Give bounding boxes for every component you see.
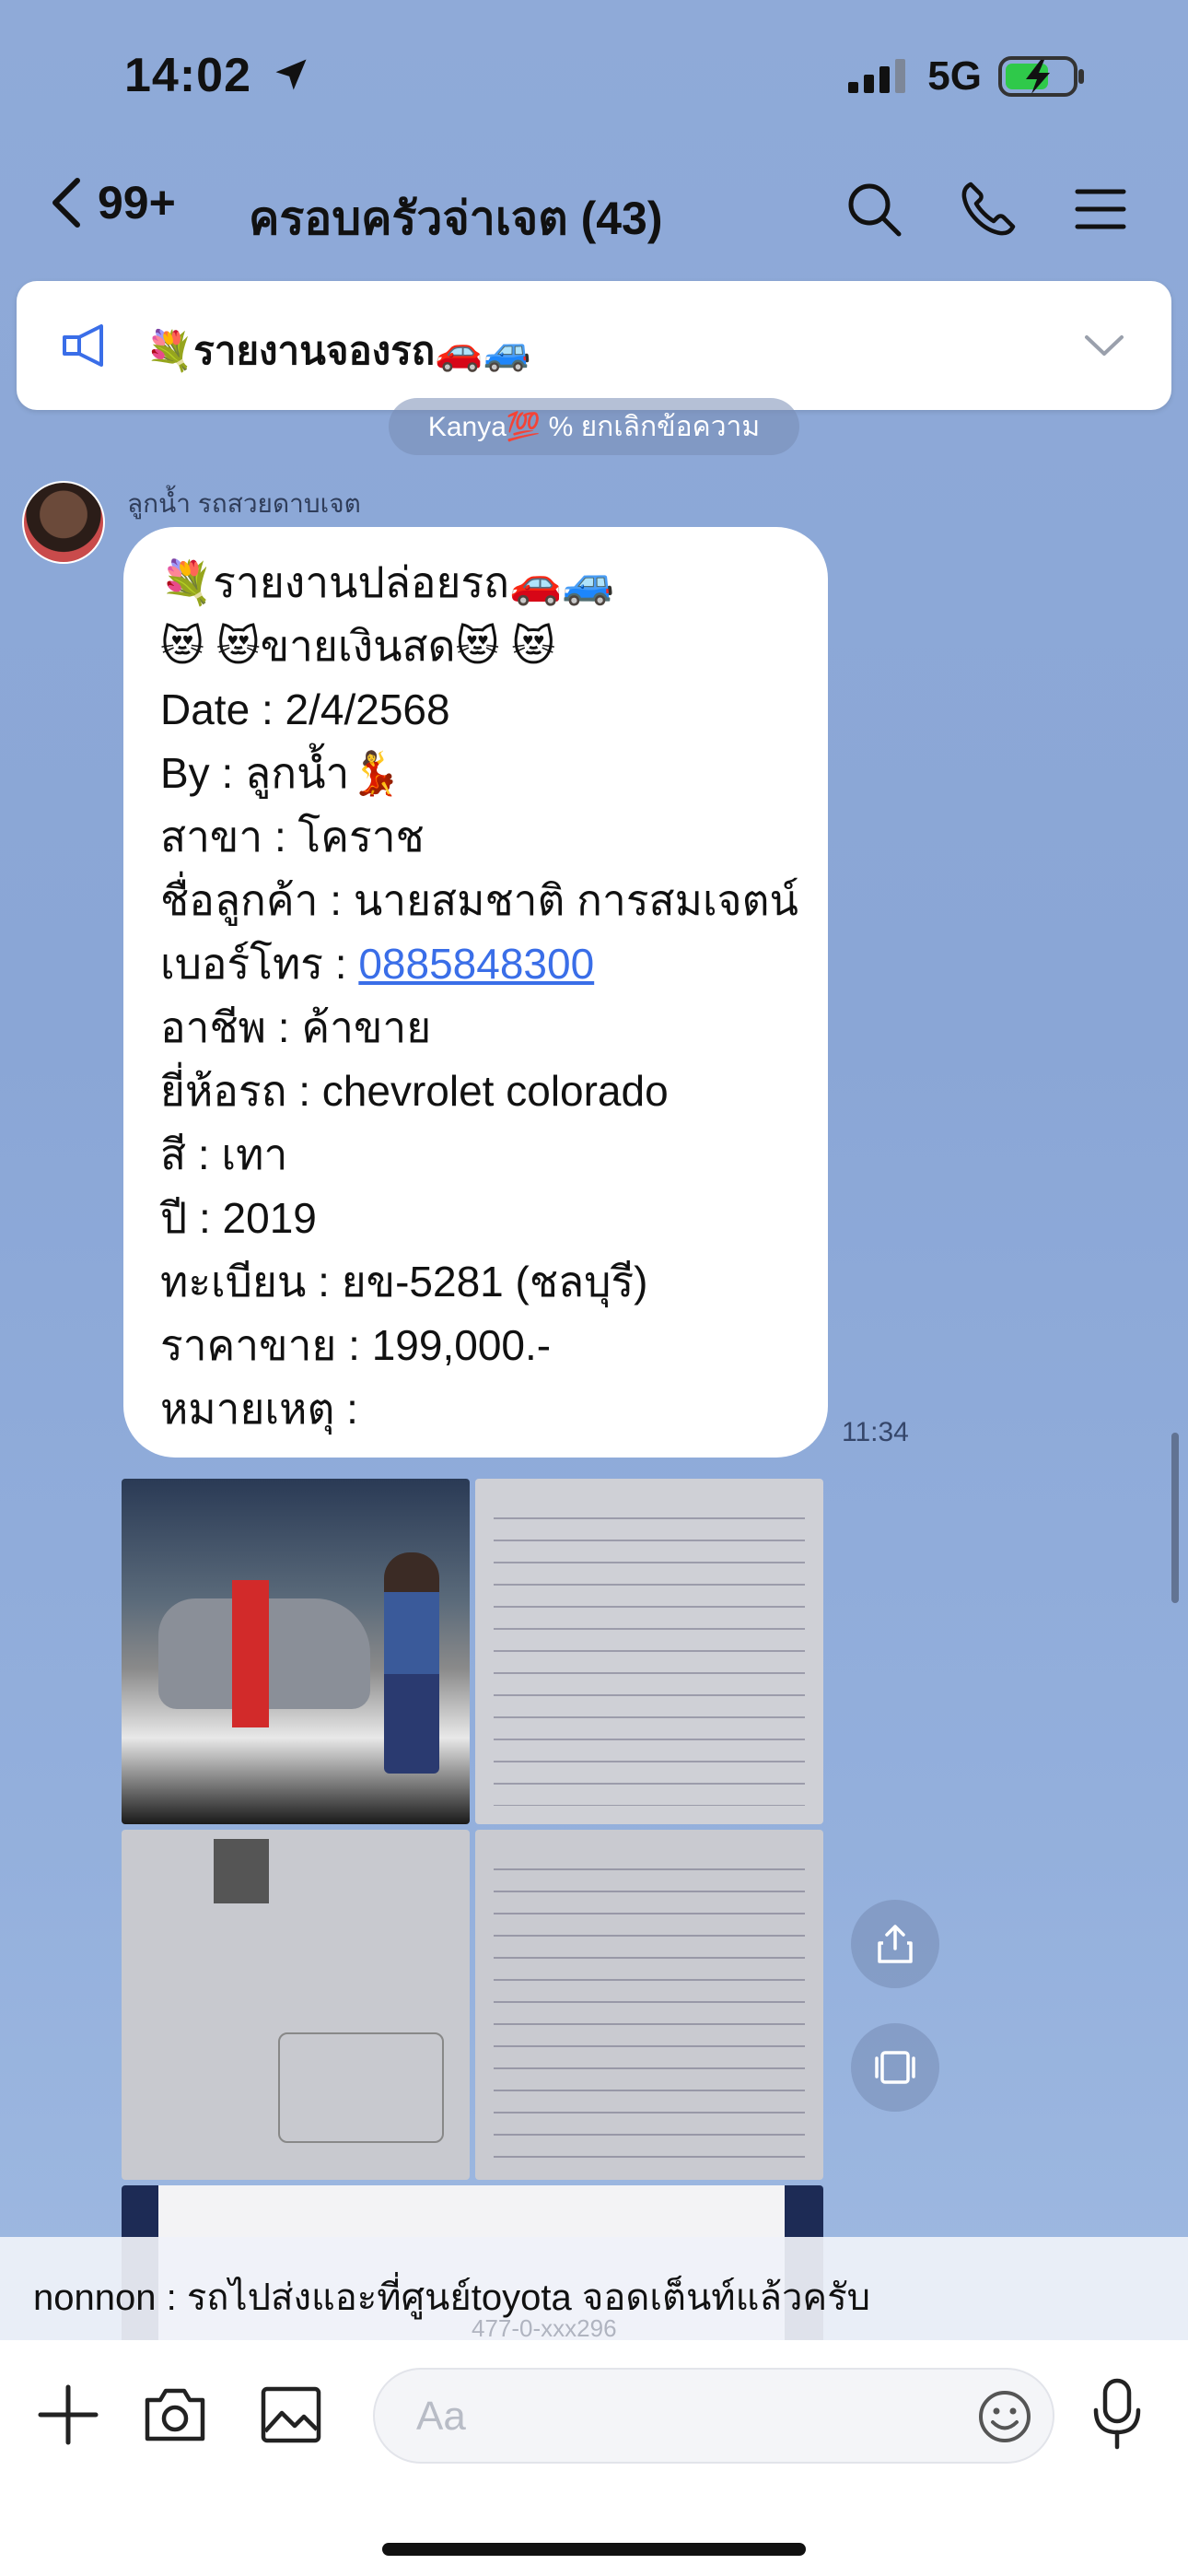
photo-id-card[interactable]	[122, 1830, 470, 2180]
message-line: อาชีพ : ค้าขาย	[160, 1003, 432, 1051]
chat-title[interactable]: ครอบครัวจ่าเจต (43)	[249, 182, 663, 255]
battery-charging-icon	[998, 56, 1084, 97]
status-time: 14:02	[124, 48, 311, 103]
preview-faded-text: 477-0-xxx296	[472, 2314, 617, 2342]
unread-count: 99+	[98, 177, 176, 228]
message-line-phone: เบอร์โทร : 0885848300	[160, 932, 823, 996]
sender-name: ลูกน้ำ รถสวยดาบเจต	[127, 489, 361, 518]
share-icon	[878, 1925, 913, 1963]
status-indicators: 5G	[846, 53, 1087, 100]
signal-icon	[848, 59, 906, 93]
chevron-down-icon[interactable]	[1083, 332, 1125, 359]
image-icon[interactable]	[256, 2380, 326, 2450]
message-line: ทะเบียน : ยข-5281 (ชลบุรี)	[160, 1258, 648, 1306]
message-line: 😻 😻ขายเงินสด😻 😻	[160, 622, 556, 670]
phone-label: เบอร์โทร :	[160, 940, 359, 988]
plus-icon[interactable]	[33, 2380, 103, 2450]
message-time: 11:34	[842, 1417, 909, 1447]
message-line: หมายเหตุ :	[160, 1385, 358, 1433]
location-arrow-icon	[275, 59, 307, 90]
emoji-icon[interactable]	[976, 2388, 1033, 2445]
search-icon[interactable]	[842, 177, 906, 241]
message-line: By : ลูกน้ำ💃	[160, 749, 402, 797]
message-line: สี : เทา	[160, 1130, 288, 1178]
avatar[interactable]	[22, 481, 105, 564]
phone-icon[interactable]	[956, 177, 1020, 241]
photo-document[interactable]	[475, 1479, 823, 1824]
photo-car-delivery[interactable]	[122, 1479, 470, 1824]
scrollbar[interactable]	[1171, 1433, 1179, 1603]
message-line: ปี : 2019	[160, 1194, 317, 1242]
hamburger-menu-icon[interactable]	[1068, 177, 1133, 241]
microphone-icon[interactable]	[1085, 2375, 1149, 2453]
photo-document[interactable]	[475, 1830, 823, 2180]
phone-link[interactable]: 0885848300	[358, 940, 594, 988]
message-input[interactable]	[373, 2368, 1054, 2464]
network-label: 5G	[927, 53, 982, 99]
message-line: Date : 2/4/2568	[160, 685, 450, 733]
unsend-notice: Kanya💯 % ยกเลิกข้อความ	[389, 398, 799, 455]
message-line: สาขา : โคราช	[160, 813, 425, 861]
share-button[interactable]	[851, 1900, 939, 1988]
message-line: 💐รายงานปล่อยรถ🚗🚙	[160, 558, 615, 606]
preview-text: nonnon : รถไปส่งแอะที่ศูนย์toyota จอดเต็…	[33, 2277, 871, 2318]
home-indicator[interactable]	[382, 2543, 806, 2556]
album-button[interactable]	[851, 2023, 939, 2112]
megaphone-icon	[63, 324, 103, 367]
announcement-text: 💐รายงานจองรถ🚗🚙	[146, 329, 531, 372]
back-button[interactable]: 99+	[46, 175, 176, 230]
chevron-left-icon	[52, 178, 80, 228]
album-icon	[875, 2051, 915, 2084]
message-line: ราคาขาย : 199,000.-	[160, 1321, 552, 1369]
message-text: 💐รายงานปล่อยรถ🚗🚙 😻 😻ขายเงินสด😻 😻 Date : …	[160, 551, 823, 1441]
message-line: ยี่ห้อรถ : chevrolet colorado	[160, 1067, 669, 1115]
message-line: ชื่อลูกค้า : นายสมชาติ การสมเจตน์	[160, 876, 798, 924]
camera-icon[interactable]	[140, 2380, 210, 2450]
message-input-placeholder: Aa	[416, 2394, 466, 2439]
